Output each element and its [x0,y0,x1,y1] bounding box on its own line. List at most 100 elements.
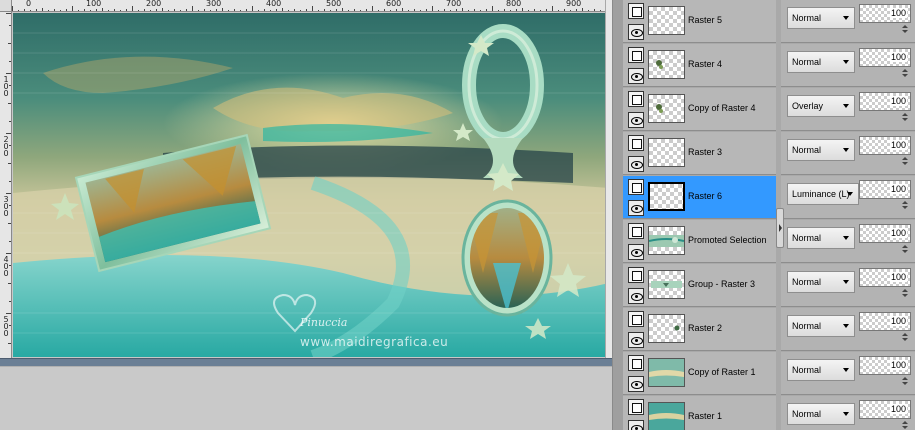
opacity-field[interactable]: 100 [859,400,911,419]
layer-row[interactable]: Copy of Raster 1 Normal 100 [623,352,915,396]
blend-mode-dropdown[interactable]: Normal [787,315,855,337]
opacity-value: 100 [889,404,907,414]
layer-row[interactable]: Group - Raster 3 Normal 100 [623,264,915,308]
opacity-field[interactable]: 100 [859,312,911,331]
visibility-eye-icon[interactable] [628,244,644,260]
opacity-field[interactable]: 100 [859,48,911,67]
visibility-eye-icon[interactable] [628,288,644,304]
spin-up-icon[interactable] [902,201,908,204]
spin-down-icon[interactable] [902,118,908,121]
visibility-eye-icon[interactable] [628,200,644,216]
layer-icons [628,135,644,173]
visibility-eye-icon[interactable] [628,68,644,84]
blend-mode-value: Normal [792,145,822,155]
visibility-eye-icon[interactable] [628,156,644,172]
layer-info[interactable]: Raster 3 [623,132,776,175]
image-canvas[interactable]: Pinuccia www.maidiregrafica.eu [13,13,609,357]
spin-down-icon[interactable] [902,250,908,253]
layer-info[interactable]: Raster 2 [623,308,776,351]
layer-info[interactable]: Group - Raster 3 [623,264,776,307]
opacity-spinner[interactable] [901,333,911,343]
layer-name[interactable]: Raster 4 [688,59,722,69]
blend-mode-dropdown[interactable]: Normal [787,7,855,29]
spin-down-icon[interactable] [902,30,908,33]
blend-mode-dropdown[interactable]: Normal [787,271,855,293]
visibility-eye-icon[interactable] [628,24,644,40]
spin-down-icon[interactable] [902,338,908,341]
blend-mode-dropdown[interactable]: Normal [787,51,855,73]
spin-up-icon[interactable] [902,25,908,28]
spin-down-icon[interactable] [902,426,908,429]
spin-up-icon[interactable] [902,69,908,72]
layer-row[interactable]: Raster 1 Normal 100 [623,396,915,430]
layer-name[interactable]: Raster 2 [688,323,722,333]
blend-mode-dropdown[interactable]: Normal [787,227,855,249]
layer-name[interactable]: Raster 3 [688,147,722,157]
spin-down-icon[interactable] [902,162,908,165]
opacity-spinner[interactable] [901,157,911,167]
layer-info[interactable]: Raster 4 [623,44,776,87]
layer-row[interactable]: Copy of Raster 4 Overlay 100 [623,88,915,132]
layer-info[interactable]: Raster 5 [623,0,776,43]
layer-row[interactable]: Raster 4 Normal 100 [623,44,915,88]
vertical-scrollbar[interactable] [605,0,612,358]
visibility-eye-icon[interactable] [628,332,644,348]
visibility-eye-icon[interactable] [628,420,644,430]
layer-row[interactable]: Raster 2 Normal 100 [623,308,915,352]
spin-up-icon[interactable] [902,245,908,248]
spin-up-icon[interactable] [902,377,908,380]
layer-info[interactable]: Raster 6 [623,176,776,219]
layer-info[interactable]: Copy of Raster 1 [623,352,776,395]
layer-name[interactable]: Copy of Raster 1 [688,367,756,377]
opacity-spinner[interactable] [901,377,911,387]
opacity-field[interactable]: 100 [859,356,911,375]
spin-up-icon[interactable] [902,113,908,116]
layer-icons [628,355,644,393]
layer-name[interactable]: Group - Raster 3 [688,279,755,289]
layer-icons [628,47,644,85]
opacity-field[interactable]: 100 [859,92,911,111]
chevron-down-icon [843,60,849,64]
spin-down-icon[interactable] [902,382,908,385]
opacity-field[interactable]: 100 [859,268,911,287]
blend-mode-dropdown[interactable]: Overlay [787,95,855,117]
visibility-eye-icon[interactable] [628,376,644,392]
layer-row[interactable]: Raster 3 Normal 100 [623,132,915,176]
spin-up-icon[interactable] [902,421,908,424]
opacity-spinner[interactable] [901,245,911,255]
blend-mode-dropdown[interactable]: Luminance (L) [787,183,859,205]
opacity-field[interactable]: 100 [859,180,911,199]
layer-row-selected[interactable]: Raster 6 Luminance (L) 100 [623,176,915,220]
layer-row[interactable]: Raster 5 Normal 100 [623,0,915,44]
opacity-spinner[interactable] [901,289,911,299]
layer-name[interactable]: Raster 6 [688,191,722,201]
layer-name[interactable]: Copy of Raster 4 [688,103,756,113]
blend-mode-dropdown[interactable]: Normal [787,359,855,381]
opacity-spinner[interactable] [901,421,911,430]
opacity-field[interactable]: 100 [859,136,911,155]
opacity-value: 100 [889,228,907,238]
layer-name[interactable]: Promoted Selection [688,235,767,245]
opacity-field[interactable]: 100 [859,224,911,243]
layer-name[interactable]: Raster 1 [688,411,722,421]
layer-info[interactable]: Copy of Raster 4 [623,88,776,131]
layer-name[interactable]: Raster 5 [688,15,722,25]
panel-divider-handle[interactable] [776,208,784,248]
blend-mode-dropdown[interactable]: Normal [787,139,855,161]
opacity-spinner[interactable] [901,25,911,35]
spin-up-icon[interactable] [902,333,908,336]
opacity-field[interactable]: 100 [859,4,911,23]
opacity-spinner[interactable] [901,201,911,211]
layer-info[interactable]: Promoted Selection [623,220,776,263]
layer-info[interactable]: Raster 1 [623,396,776,430]
spin-up-icon[interactable] [902,157,908,160]
spin-down-icon[interactable] [902,294,908,297]
blend-mode-dropdown[interactable]: Normal [787,403,855,425]
visibility-eye-icon[interactable] [628,112,644,128]
spin-down-icon[interactable] [902,206,908,209]
opacity-spinner[interactable] [901,69,911,79]
spin-down-icon[interactable] [902,74,908,77]
opacity-spinner[interactable] [901,113,911,123]
spin-up-icon[interactable] [902,289,908,292]
layer-row[interactable]: Promoted Selection Normal 100 [623,220,915,264]
